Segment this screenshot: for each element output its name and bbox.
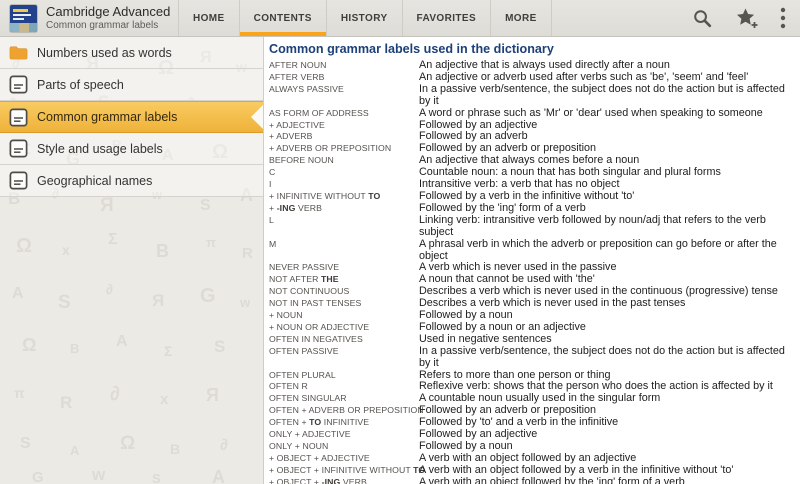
grammar-label-description: Followed by the 'ing' form of a verb [419, 201, 586, 214]
document-icon [9, 171, 28, 190]
sidebar-nav: Numbers used as words Parts of speech Comm… [0, 37, 263, 197]
grammar-label-description: A word or phrase such as 'Mr' or 'dear' … [419, 106, 763, 119]
table-row: + OBJECT + -ING VERB A verb with an objec… [269, 475, 794, 484]
grammar-label: + OBJECT + -ING VERB [269, 476, 367, 484]
grammar-label: OFTEN R [269, 381, 308, 392]
grammar-label: OFTEN SINGULAR [269, 393, 347, 404]
grammar-label: NOT IN PAST TENSES [269, 298, 362, 309]
grammar-label: NOT CONTINUOUS [269, 286, 350, 297]
tab-contents[interactable]: CONTENTS [238, 0, 327, 36]
sidebar-item-style-and-usage-labels[interactable]: Style and usage labels [0, 133, 263, 165]
tab-bar: HOME CONTENTS HISTORY FAVORITES MORE [178, 0, 552, 36]
grammar-label-description: A phrasal verb in which the adverb or pr… [419, 237, 777, 262]
table-row: M A phrasal verb in which the adverb or p… [269, 237, 794, 263]
document-icon [9, 108, 28, 127]
add-favorite-star-icon[interactable] [734, 6, 760, 30]
table-row: OFTEN IN NEGATIVES Used in negative sente… [269, 332, 794, 346]
overflow-menu-icon[interactable] [780, 7, 786, 29]
grammar-label: M [269, 238, 277, 249]
grammar-label: + ADVERB [269, 131, 313, 142]
grammar-label: AFTER NOUN [269, 60, 327, 70]
grammar-label: L [269, 214, 274, 225]
document-icon [9, 75, 28, 94]
grammar-label: ALWAYS PASSIVE [269, 83, 344, 94]
grammar-label: C [269, 167, 276, 178]
grammar-label-description: A verb with an object followed by the 'i… [419, 475, 685, 484]
tab-favorites[interactable]: FAVORITES [401, 0, 491, 36]
sidebar-item-common-grammar-labels[interactable]: Common grammar labels [0, 101, 263, 133]
grammar-label: NOT AFTER THE [269, 274, 339, 285]
grammar-label: + OBJECT + INFINITIVE WITHOUT TO [269, 464, 426, 475]
table-row: + -ING VERB Followed by the 'ing' form of… [269, 201, 794, 215]
grammar-label: OFTEN + TO INFINITIVE [269, 417, 370, 428]
sidebar-item-parts-of-speech[interactable]: Parts of speech [0, 69, 263, 101]
app-title-group[interactable]: Cambridge Advanced Common grammar labels [0, 0, 178, 36]
grammar-label: + -ING VERB [269, 202, 323, 213]
sidebar-item-label: Numbers used as words [37, 45, 172, 60]
app-subtitle: Common grammar labels [46, 19, 159, 31]
grammar-label-description: Used in negative sentences [419, 332, 552, 345]
grammar-label: BEFORE NOUN [269, 155, 334, 166]
document-icon [9, 139, 28, 158]
table-row: OFTEN PASSIVE In a passive verb/sentence,… [269, 344, 794, 370]
grammar-label: + ADJECTIVE [269, 119, 325, 130]
label-table: AFTER NOUN An adjective that is always us… [269, 59, 794, 484]
grammar-label: OFTEN PLURAL [269, 369, 336, 380]
grammar-label: + OBJECT + ADJECTIVE [269, 452, 370, 463]
sidebar: ∂SЯaΩЯwAπSB∂xΣGRAΩB∂ЯwSAΩxΣBπRAS∂ЯGwΩBAΣ… [0, 37, 264, 484]
table-row: ALWAYS PASSIVE In a passive verb/sentence… [269, 82, 794, 108]
grammar-label-description: A verb with an object followed by a verb… [419, 463, 734, 476]
app-title: Cambridge Advanced [46, 3, 171, 19]
grammar-label: OFTEN + ADVERB OR PREPOSITION [269, 405, 424, 416]
sidebar-item-label: Common grammar labels [37, 110, 178, 124]
sidebar-item-numbers-used-as-words[interactable]: Numbers used as words [0, 37, 263, 69]
content-pane[interactable]: Common grammar labels used in the dictio… [264, 37, 800, 484]
action-bar-buttons [691, 0, 800, 36]
sidebar-item-label: Parts of speech [37, 77, 124, 92]
grammar-label: + NOUN OR ADJECTIVE [269, 321, 370, 332]
app-cover-icon [10, 4, 37, 32]
grammar-label: + INFINITIVE WITHOUT TO [269, 190, 381, 201]
folder-icon [9, 43, 28, 62]
grammar-label-description: In a passive verb/sentence, the subject … [419, 344, 785, 369]
grammar-label: AFTER VERB [269, 71, 325, 82]
grammar-label: NEVER PASSIVE [269, 262, 340, 273]
table-row: + OBJECT + INFINITIVE WITHOUT TO A verb w… [269, 463, 794, 477]
tab-history[interactable]: HISTORY [325, 0, 402, 36]
app-window: Cambridge Advanced Common grammar labels… [0, 0, 800, 484]
grammar-label-description: In a passive verb/sentence, the subject … [419, 82, 785, 107]
page-title: Common grammar labels used in the dictio… [269, 42, 554, 56]
grammar-label: ONLY + ADJECTIVE [269, 429, 351, 440]
grammar-label-description: Linking verb: intransitive verb followed… [419, 213, 766, 238]
grammar-label: + ADVERB OR PREPOSITION [269, 143, 392, 154]
table-row: L Linking verb: intransitive verb followe… [269, 213, 794, 239]
main-area: ∂SЯaΩЯwAπSB∂xΣGRAΩB∂ЯwSAΩxΣBπRAS∂ЯGwΩBAΣ… [0, 37, 800, 484]
search-icon[interactable] [691, 7, 714, 30]
grammar-label: I [269, 179, 272, 190]
grammar-label: AS FORM OF ADDRESS [269, 107, 369, 118]
grammar-label: OFTEN IN NEGATIVES [269, 333, 363, 344]
sidebar-item-label: Geographical names [37, 173, 153, 188]
grammar-label: + NOUN [269, 310, 303, 321]
table-row: ONLY + ADJECTIVE Followed by an adjective [269, 428, 794, 441]
table-row: + ADJECTIVE Followed by an adjective [269, 119, 794, 132]
grammar-label: ONLY + NOUN [269, 441, 329, 451]
tab-more[interactable]: MORE [490, 0, 552, 36]
sidebar-item-geographical-names[interactable]: Geographical names [0, 165, 263, 197]
tab-home[interactable]: HOME [178, 0, 239, 36]
table-row: AS FORM OF ADDRESS A word or phrase such … [269, 106, 794, 120]
action-bar: Cambridge Advanced Common grammar labels… [0, 0, 800, 37]
grammar-label: OFTEN PASSIVE [269, 345, 339, 356]
table-row: NOT IN PAST TENSES Describes a verb which… [269, 297, 794, 310]
sidebar-item-label: Style and usage labels [37, 141, 163, 156]
